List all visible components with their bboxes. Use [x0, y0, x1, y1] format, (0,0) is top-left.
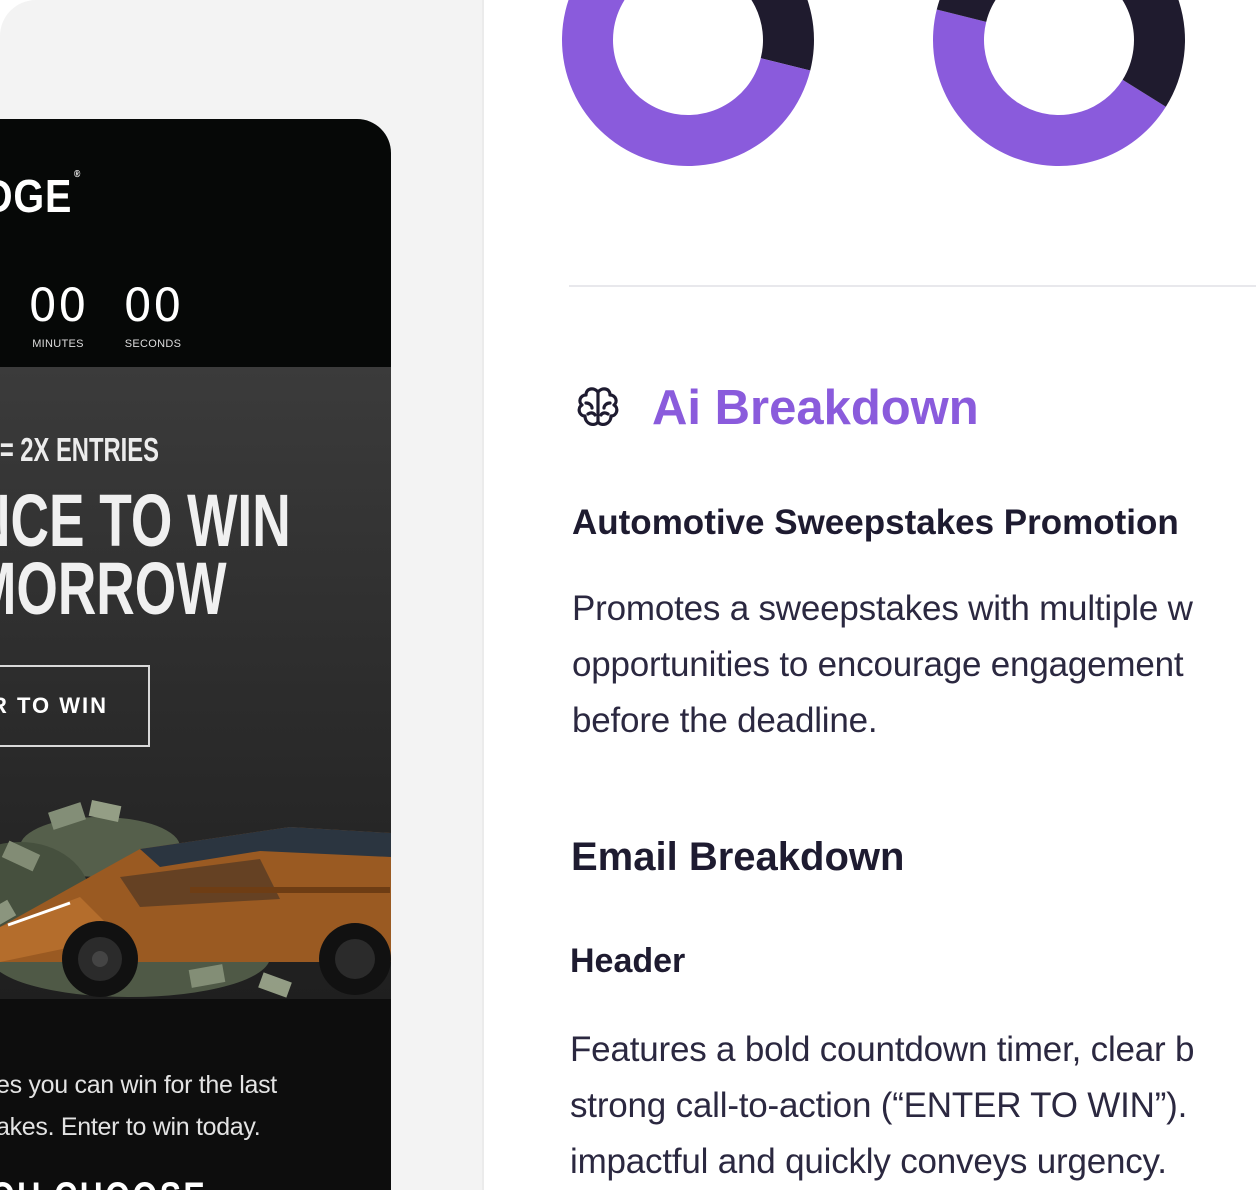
entries-text: 1 = 2X ENTRIES	[0, 431, 159, 468]
promotion-text-line-2: opportunities to encourage engagement	[572, 645, 1184, 684]
headline-line-1: NCE TO WIN	[0, 479, 291, 562]
hero-section: 1 = 2X ENTRIES NCE TO WIN MORROW R TO WI…	[0, 367, 391, 999]
timer-seconds-value: 00	[123, 279, 183, 332]
enter-to-win-button[interactable]: R TO WIN	[0, 665, 150, 747]
ai-breakdown-title: Ai Breakdown	[652, 381, 979, 435]
donut-charts	[562, 0, 1185, 167]
email-body-section: es you can win for the last akes. Enter …	[0, 999, 391, 1190]
header-subtitle: Header	[570, 942, 686, 980]
brain-icon	[577, 387, 619, 427]
header-text-line-2: strong call-to-action (“ENTER TO WIN”).	[570, 1086, 1188, 1125]
email-preview[interactable]: DGE® 00 MINUTES 00 SECONDS 1 = 2X ENTRIE…	[0, 119, 391, 1190]
email-breakdown-title: Email Breakdown	[571, 835, 905, 879]
donut-chart-1	[562, 0, 814, 167]
hero-headline: NCE TO WIN MORROW	[0, 479, 291, 630]
donut-2-segment-1	[932, 9, 1166, 167]
section-divider	[569, 285, 1256, 287]
section-heading-cut: OU CHOOSE	[0, 1175, 207, 1190]
truck-image	[0, 787, 391, 999]
headline-line-2: MORROW	[0, 547, 227, 630]
timer-minutes-label: MINUTES	[32, 338, 84, 350]
timer-seconds: 00 SECONDS	[113, 279, 193, 351]
header-text-line-1: Features a bold countdown timer, clear b	[570, 1030, 1195, 1069]
donut-chart-2	[932, 0, 1185, 167]
timer-seconds-label: SECONDS	[124, 338, 182, 350]
promotion-title: Automotive Sweepstakes Promotion	[572, 503, 1179, 542]
header-text-line-3: impactful and quickly conveys urgency.	[570, 1142, 1167, 1181]
timer-minutes: 00 MINUTES	[18, 279, 98, 351]
timer-minutes-value: 00	[28, 279, 88, 332]
body-text-line-2: akes. Enter to win today.	[0, 1113, 261, 1141]
body-text-line-1: es you can win for the last	[0, 1071, 277, 1099]
promotion-text-line-3: before the deadline.	[572, 701, 878, 740]
promotion-text-line-1: Promotes a sweepstakes with multiple w	[572, 589, 1193, 628]
